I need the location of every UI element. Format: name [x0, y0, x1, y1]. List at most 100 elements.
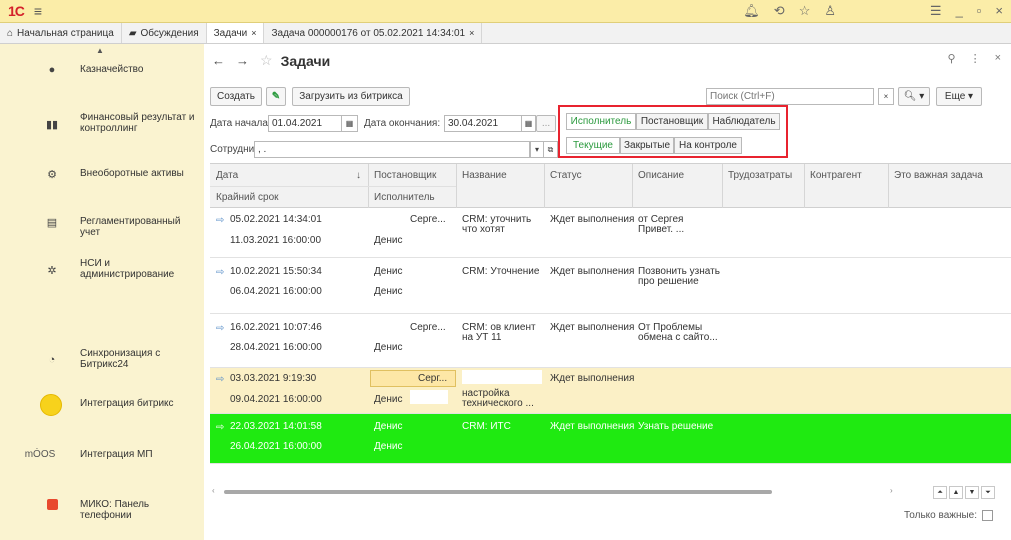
- col-divider: [888, 164, 889, 208]
- col-deadline[interactable]: Крайний срок: [216, 192, 279, 203]
- blank-cell: [462, 370, 542, 384]
- close-icon[interactable]: ×: [995, 3, 1003, 19]
- more-vertical-icon[interactable]: ⋮: [970, 52, 981, 65]
- chevron-down-icon[interactable]: ▾: [530, 141, 544, 158]
- horizontal-scrollbar[interactable]: ‹ ›: [210, 485, 1011, 499]
- tabs-bar: ⌂ Начальная страница ▰ Обсуждения Задачи × …: [0, 23, 1011, 44]
- date-start-field[interactable]: 01.04.2021: [268, 115, 342, 132]
- hamburger-icon[interactable]: ≡: [34, 3, 42, 19]
- tab-observer[interactable]: Наблюдатель: [708, 113, 780, 130]
- load-from-bitrix-button[interactable]: Загрузить из битрикса: [292, 87, 410, 106]
- header-divider: [210, 186, 456, 187]
- forward-arrow-icon[interactable]: →: [236, 53, 252, 68]
- window-controls: ☰ _ ▫ ×: [930, 3, 1003, 19]
- blank-cell: [410, 390, 448, 404]
- date-start-label: Дата начала:: [210, 118, 271, 129]
- more-button[interactable]: Еще ▾: [936, 87, 982, 106]
- col-author[interactable]: Постановщик: [374, 170, 436, 181]
- tab-closed[interactable]: Закрытые: [620, 137, 674, 154]
- col-divider: [632, 164, 633, 208]
- col-counterparty[interactable]: Контрагент: [810, 170, 862, 181]
- home-icon: ⌂: [7, 27, 14, 39]
- col-name[interactable]: Название: [462, 170, 507, 181]
- table-header: Дата ↓ Крайний срок Постановщик Исполнит…: [210, 164, 1011, 208]
- search-input[interactable]: [706, 88, 874, 105]
- chevron-up-icon[interactable]: ▲: [96, 46, 104, 55]
- tasks-table: Дата ↓ Крайний срок Постановщик Исполнит…: [210, 163, 1011, 481]
- col-labor[interactable]: Трудозатраты: [728, 170, 792, 181]
- back-arrow-icon[interactable]: ←: [212, 53, 228, 68]
- first-row-icon[interactable]: ⏶: [933, 486, 947, 499]
- minimize-icon[interactable]: _: [956, 3, 963, 19]
- dots-button[interactable]: ...: [536, 115, 556, 132]
- scroll-right-icon[interactable]: ›: [890, 486, 893, 495]
- link-icon[interactable]: ⚲: [948, 52, 956, 65]
- bell-icon[interactable]: 🔔︎: [743, 3, 760, 19]
- col-status[interactable]: Статус: [550, 170, 582, 181]
- create-button[interactable]: Создать: [210, 87, 262, 106]
- scroll-left-icon[interactable]: ‹: [212, 486, 215, 495]
- task-icon: ⇨: [216, 267, 225, 278]
- task-icon: ⇨: [216, 215, 225, 226]
- tab-author[interactable]: Постановщик: [636, 113, 708, 130]
- app-logo[interactable]: 1C: [8, 3, 25, 19]
- sort-arrow-icon[interactable]: ↓: [356, 170, 361, 181]
- table-row[interactable]: ⇨ 05.02.2021 14:34:01 11.03.2021 16:00:0…: [210, 208, 1011, 258]
- col-divider: [456, 164, 457, 208]
- prev-row-icon[interactable]: ▲: [949, 486, 963, 499]
- table-row[interactable]: ⇨ 16.02.2021 10:07:46 28.04.2021 16:00:0…: [210, 314, 1011, 368]
- excel-icon[interactable]: ✎: [266, 87, 286, 106]
- ledger-icon: ▤: [46, 217, 58, 229]
- only-important-checkbox[interactable]: [982, 510, 993, 521]
- star-icon[interactable]: ☆: [799, 3, 811, 19]
- search-button[interactable]: 🔍︎ ▾: [898, 87, 930, 106]
- gear-icon: ✲: [47, 265, 57, 277]
- employee-field[interactable]: , .: [254, 141, 530, 158]
- history-icon[interactable]: ⟲: [774, 3, 785, 19]
- tab-current[interactable]: Текущие: [566, 137, 620, 154]
- chart-icon: ▮▮: [45, 119, 59, 131]
- calendar-icon[interactable]: ▦: [522, 115, 536, 132]
- settings-icon[interactable]: ☰: [930, 3, 942, 19]
- scroll-thumb[interactable]: [224, 490, 772, 494]
- assets-icon: ⚙: [47, 169, 57, 181]
- col-divider: [722, 164, 723, 208]
- main-area: ← → ☆ Задачи ⚲ ⋮ × Создать ✎ Загрузить и…: [204, 44, 1011, 540]
- task-icon: ⇨: [216, 374, 225, 385]
- close-icon[interactable]: ×: [469, 28, 474, 38]
- tab-on-control[interactable]: На контроле: [674, 137, 742, 154]
- date-end-field[interactable]: 30.04.2021: [444, 115, 522, 132]
- favorite-star-icon[interactable]: ☆: [260, 52, 273, 69]
- last-row-icon[interactable]: ⏷: [981, 486, 995, 499]
- clear-search-icon[interactable]: ×: [878, 88, 894, 105]
- top-bar: 1C ≡ 🔔︎ ⟲ ☆ ♙ ☰ _ ▫ ×: [0, 0, 1011, 23]
- users-icon[interactable]: ♙: [824, 3, 836, 19]
- tab-discussions[interactable]: ▰ Обсуждения: [122, 23, 207, 43]
- sync-icon: ◔: [48, 354, 56, 366]
- chat-icon: ▰: [128, 27, 137, 39]
- table-row[interactable]: ⇨ 10.02.2021 15:50:34 06.04.2021 16:00:0…: [210, 258, 1011, 314]
- top-icons: 🔔︎ ⟲ ☆ ♙: [743, 3, 836, 19]
- calendar-icon[interactable]: ▦: [342, 115, 358, 132]
- maximize-icon[interactable]: ▫: [977, 3, 982, 19]
- close-icon[interactable]: ×: [251, 28, 256, 38]
- col-important[interactable]: Это важная задача: [894, 170, 983, 181]
- table-row[interactable]: ⇨ 22.03.2021 14:01:58 26.04.2021 16:00:0…: [210, 414, 1011, 464]
- next-row-icon[interactable]: ▼: [965, 486, 979, 499]
- sidebar: ▲ ● Казначейство ▮▮ Финансовый результат…: [0, 44, 204, 540]
- form-header: ← → ☆ Задачи: [212, 52, 330, 69]
- col-date[interactable]: Дата: [216, 170, 238, 181]
- date-end-label: Дата окончания:: [364, 118, 441, 129]
- open-link-icon[interactable]: ⧉: [544, 141, 558, 158]
- row-nav-buttons: ⏶ ▲ ▼ ⏷: [933, 486, 995, 499]
- tab-executor[interactable]: Исполнитель: [566, 113, 636, 130]
- col-executor[interactable]: Исполнитель: [374, 192, 435, 203]
- bitrix-icon: [40, 394, 62, 419]
- tab-tasks[interactable]: Задачи ×: [206, 23, 265, 43]
- task-icon: ⇨: [216, 422, 225, 433]
- table-row-selected[interactable]: ⇨ 03.03.2021 9:19:30 09.04.2021 16:00:00…: [210, 368, 1011, 414]
- close-form-icon[interactable]: ×: [995, 52, 1001, 65]
- tab-task-176[interactable]: Задача 000000176 от 05.02.2021 14:34:01 ×: [264, 23, 483, 43]
- tab-home[interactable]: ⌂ Начальная страница: [0, 23, 122, 43]
- col-description[interactable]: Описание: [638, 170, 684, 181]
